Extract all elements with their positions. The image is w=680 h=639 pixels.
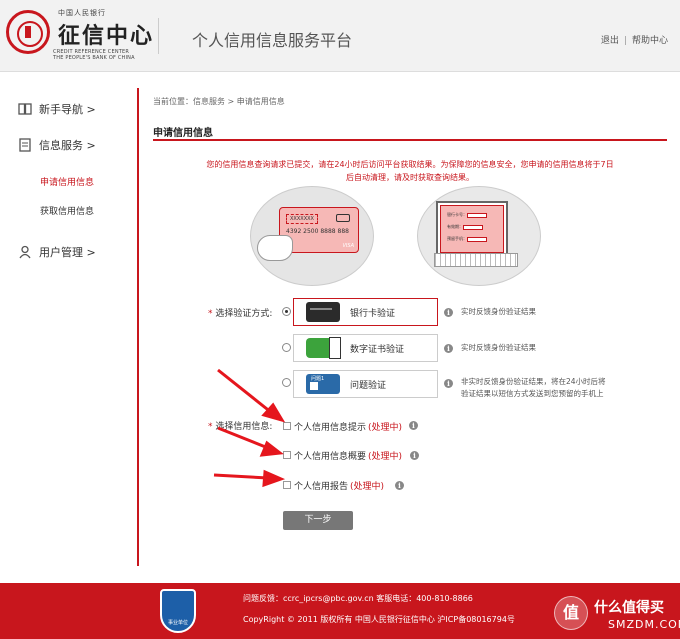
verification-form-image: 银行卡号： 有效期： 预留手机： (440, 205, 504, 253)
credit-info-label: * 选择信用信息: (208, 422, 273, 432)
book-icon (18, 103, 32, 115)
card-number: 4392 2500 8888 888 (286, 228, 349, 235)
method-label-text: 问题验证 (350, 380, 387, 391)
logo-top-text: 中国人民银行 (58, 9, 106, 17)
watermark-logo-icon: 值 (554, 596, 588, 630)
method-radio-bank-card[interactable] (282, 307, 291, 316)
annotation-arrow-line (213, 473, 269, 480)
method-radio-question[interactable] (282, 378, 291, 387)
sidebar-item-label: 用户管理 > (39, 246, 96, 259)
footer-contact: 问题反馈：ccrc_ipcrs@pbc.gov.cn 客服电话：400-810-… (243, 594, 473, 603)
notice-line2: 后自动清理，请及时获取查询结果。 (346, 173, 474, 182)
annotation-arrowhead (261, 402, 286, 423)
method-option-digital-cert[interactable]: 数字证书验证 (293, 334, 438, 362)
badge-text: 事业单位 (167, 620, 188, 626)
report-checkbox-hint[interactable] (283, 422, 291, 430)
laptop-illustration: 银行卡号： 有效期： 预留手机： (417, 186, 541, 286)
bank-card-illustration: XXXXXXX 4392 2500 8888 888 VISA (250, 186, 374, 286)
breadcrumb: 当前位置：信息服务 > 申请信用信息 (153, 97, 285, 106)
next-step-button[interactable]: 下一步 (283, 511, 353, 530)
annotation-arrow-line (217, 368, 273, 415)
annotation-arrowhead (259, 440, 284, 457)
title-underline (153, 139, 667, 141)
method-radio-digital-cert[interactable] (282, 343, 291, 352)
info-icon[interactable]: i (444, 344, 453, 353)
help-center-link[interactable]: 帮助中心 (632, 36, 668, 46)
method-option-question[interactable]: 问题1 问题验证 (293, 370, 438, 398)
header-links: 退出 | 帮助中心 (601, 33, 668, 46)
keyboard-icon (434, 253, 518, 267)
card-chip-icon (336, 214, 350, 222)
header-divider (158, 18, 159, 54)
sidebar-divider (137, 88, 139, 566)
submission-notice: 您的信用信息查询请求已提交，请在24小时后访问平台获取结果。为保障您的信息安全，… (160, 158, 660, 184)
info-icon[interactable]: i (409, 421, 418, 430)
document-icon (19, 138, 31, 152)
sidebar-item-info-service[interactable]: 信息服务 > (18, 137, 96, 153)
smzdm-watermark: 值 什么值得买 SMZDM.COM (554, 596, 680, 634)
public-institution-badge-icon[interactable]: 事业单位 (160, 589, 196, 633)
method-desc: 实时反馈身份验证结果 (461, 307, 536, 316)
page-title: 申请信用信息 (153, 128, 213, 139)
logo-main-text: 征信中心 (58, 23, 155, 49)
report-label-report: 个人信用报告 (处理中) (294, 482, 385, 492)
bank-seal-icon (6, 10, 50, 54)
logo[interactable]: 中国人民银行 征信中心 CREDIT REFERENCE CENTER THE … (6, 8, 155, 64)
method-label: * 选择验证方式: (208, 309, 273, 319)
hand-icon (257, 235, 293, 261)
report-label-hint: 个人信用信息提示 (处理中) (294, 423, 403, 433)
sidebar-item-label: 新手导航 > (39, 103, 96, 116)
card-tag: XXXXXXX (286, 214, 318, 224)
method-desc: 非实时反馈身份验证结果，将在24小时后将 验证结果以短信方式发送到您预留的手机上 (461, 377, 606, 398)
info-icon[interactable]: i (444, 308, 453, 317)
report-checkbox-summary[interactable] (283, 451, 291, 459)
form-row-label: 有效期： (447, 224, 463, 229)
sidebar-subitem-get-credit-info[interactable]: 获取信用信息 (40, 204, 94, 217)
form-row-label: 预留手机： (447, 236, 467, 241)
card-brand: VISA (342, 243, 355, 249)
watermark-domain: SMZDM.COM (608, 618, 680, 631)
info-icon[interactable]: i (395, 481, 404, 490)
site-title: 个人信用信息服务平台 (192, 31, 353, 50)
sidebar-item-label: 信息服务 > (39, 139, 96, 152)
digital-cert-icon (306, 337, 341, 359)
bank-card-icon (306, 302, 340, 322)
report-checkbox-report[interactable] (283, 481, 291, 489)
info-icon[interactable]: i (410, 451, 419, 460)
sidebar-subitem-apply-credit-info[interactable]: 申请信用信息 (40, 175, 94, 188)
sidebar-item-user-management[interactable]: 用户管理 > (18, 244, 96, 260)
annotation-arrowhead (262, 469, 286, 488)
report-label-summary: 个人信用信息概要 (处理中) (294, 452, 403, 462)
sidebar-item-newbie-guide[interactable]: 新手导航 > (18, 101, 96, 117)
method-option-bank-card[interactable]: 银行卡验证 (293, 298, 438, 326)
info-icon[interactable]: i (444, 379, 453, 388)
form-row-label: 银行卡号： (447, 212, 467, 217)
logo-english-line2: THE PEOPLE'S BANK OF CHINA (53, 55, 135, 61)
footer-copyright: CopyRight © 2011 版权所有 中国人民银行征信中心 沪ICP备08… (243, 615, 515, 624)
method-desc: 实时反馈身份验证结果 (461, 343, 536, 352)
notice-line1: 您的信用信息查询请求已提交，请在24小时后访问平台获取结果。为保障您的信息安全，… (206, 160, 614, 169)
watermark-text: 什么值得买 (594, 600, 664, 616)
header-link-separator: | (623, 36, 627, 46)
method-label-text: 数字证书验证 (350, 344, 405, 355)
user-icon (19, 245, 31, 259)
header: 中国人民银行 征信中心 CREDIT REFERENCE CENTER THE … (0, 0, 680, 72)
logout-link[interactable]: 退出 (601, 36, 619, 46)
question-icon: 问题1 (306, 374, 340, 394)
method-label-text: 银行卡验证 (350, 308, 396, 319)
